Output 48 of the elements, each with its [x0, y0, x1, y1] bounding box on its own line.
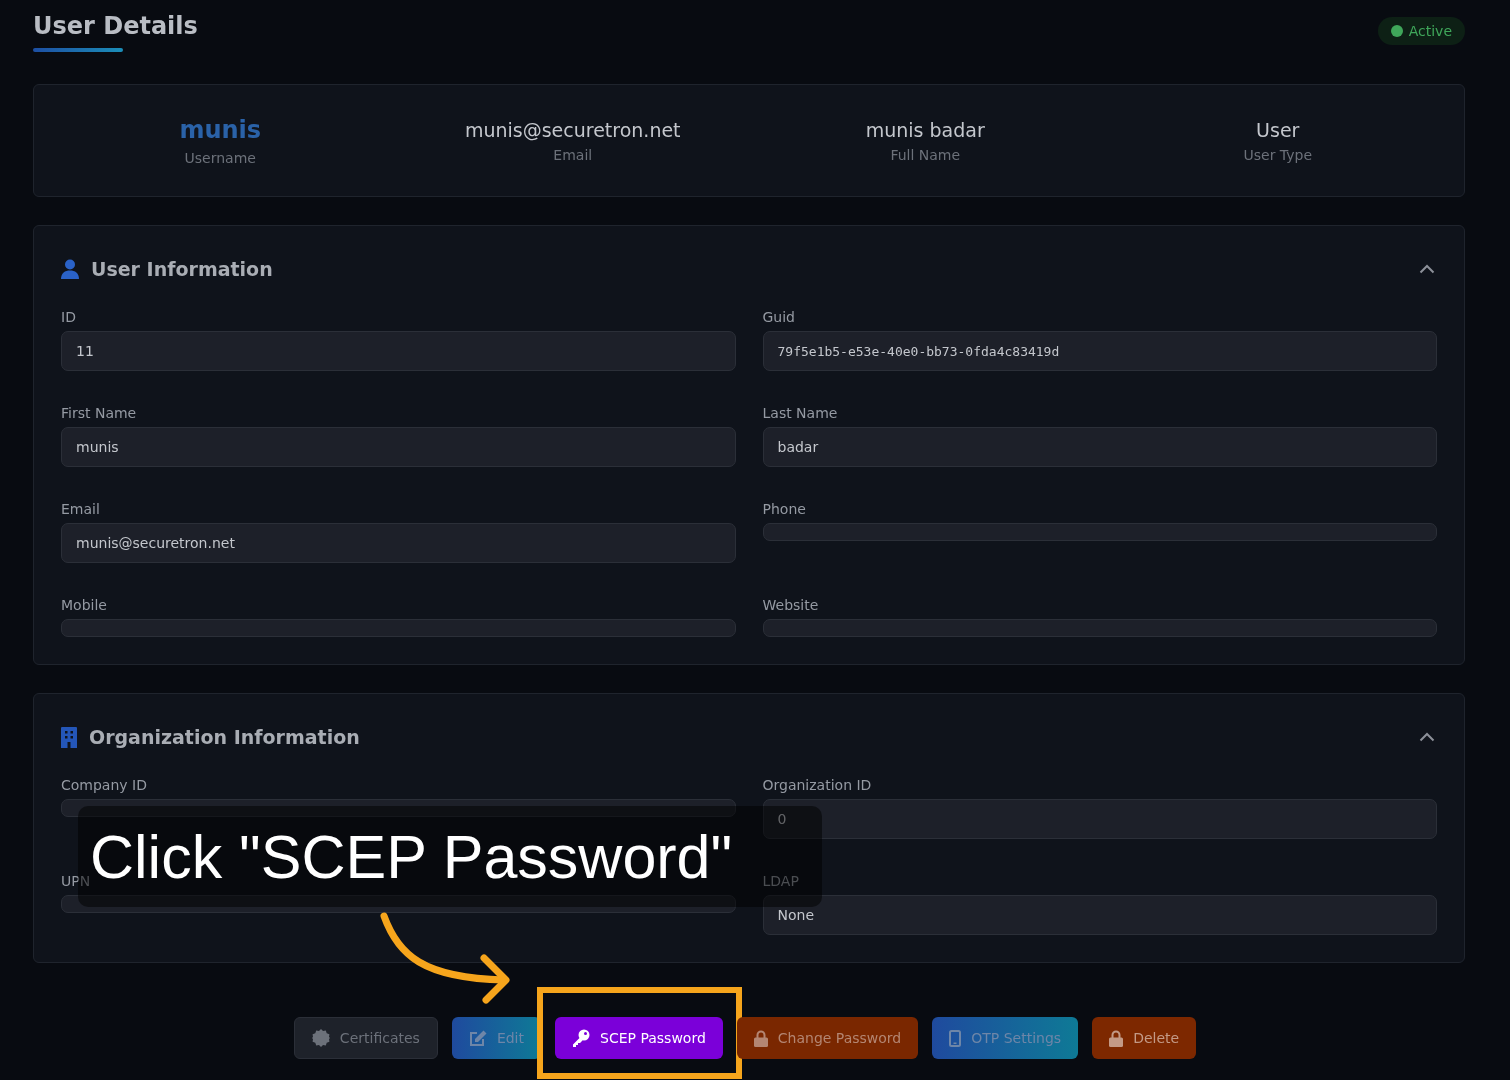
lock-icon: [1109, 1029, 1124, 1047]
field-label: Organization ID: [762, 777, 872, 795]
action-button[interactable]: SCEP Password: [555, 1017, 723, 1059]
callout-text: Click "SCEP Password": [90, 821, 733, 892]
badge-icon: [311, 1029, 330, 1047]
phone-icon: [949, 1029, 962, 1047]
field-label: Email: [61, 501, 100, 519]
person-icon: [61, 259, 79, 279]
input-field[interactable]: [762, 523, 1437, 541]
lock-icon: [753, 1029, 768, 1047]
field-label: First Name: [61, 405, 137, 423]
building-icon: [61, 726, 77, 748]
input-field[interactable]: munis@securetron.net: [61, 523, 736, 563]
input-field[interactable]: [61, 895, 736, 913]
summary-label: Email: [553, 146, 593, 163]
field-label: Last Name: [762, 405, 838, 423]
chevron-icon[interactable]: [1419, 732, 1435, 742]
input-field[interactable]: [61, 619, 736, 637]
edit-icon: [468, 1029, 487, 1047]
summary-value: munis@securetron.net: [464, 118, 681, 141]
summary-label: Full Name: [890, 146, 961, 163]
input-field[interactable]: 79f5e1b5-e53e-40e0-bb73-0fda4c83419d: [762, 331, 1437, 371]
field-label: Mobile: [61, 597, 107, 615]
field-label: Company ID: [61, 777, 147, 795]
summary-value: munis badar: [865, 118, 985, 141]
input-field[interactable]: badar: [762, 427, 1437, 467]
input-field[interactable]: [61, 799, 736, 817]
section-title: Organization Information: [89, 726, 360, 748]
input-field[interactable]: [762, 619, 1437, 637]
field-label: Guid: [762, 309, 795, 327]
section-title: User Information: [91, 258, 273, 280]
key-icon: [572, 1029, 590, 1047]
action-button[interactable]: Delete: [1092, 1017, 1197, 1059]
summary-value: munis: [179, 115, 262, 144]
field-label: ID: [61, 309, 76, 327]
summary-label: User Type: [1243, 146, 1312, 163]
field-label: LDAP: [762, 873, 799, 891]
field-label: UPN: [61, 873, 91, 891]
chevron-icon[interactable]: [1419, 264, 1435, 274]
summary-label: Username: [184, 149, 256, 166]
page-title: User Details: [33, 12, 198, 42]
field-label: Phone: [762, 501, 806, 519]
summary-value: User: [1256, 118, 1300, 141]
input-field[interactable]: 11: [61, 331, 736, 371]
field-label: Website: [762, 597, 819, 615]
input-field[interactable]: munis: [61, 427, 736, 467]
status-badge: Active: [1377, 17, 1465, 45]
input-field[interactable]: None: [762, 895, 1437, 935]
